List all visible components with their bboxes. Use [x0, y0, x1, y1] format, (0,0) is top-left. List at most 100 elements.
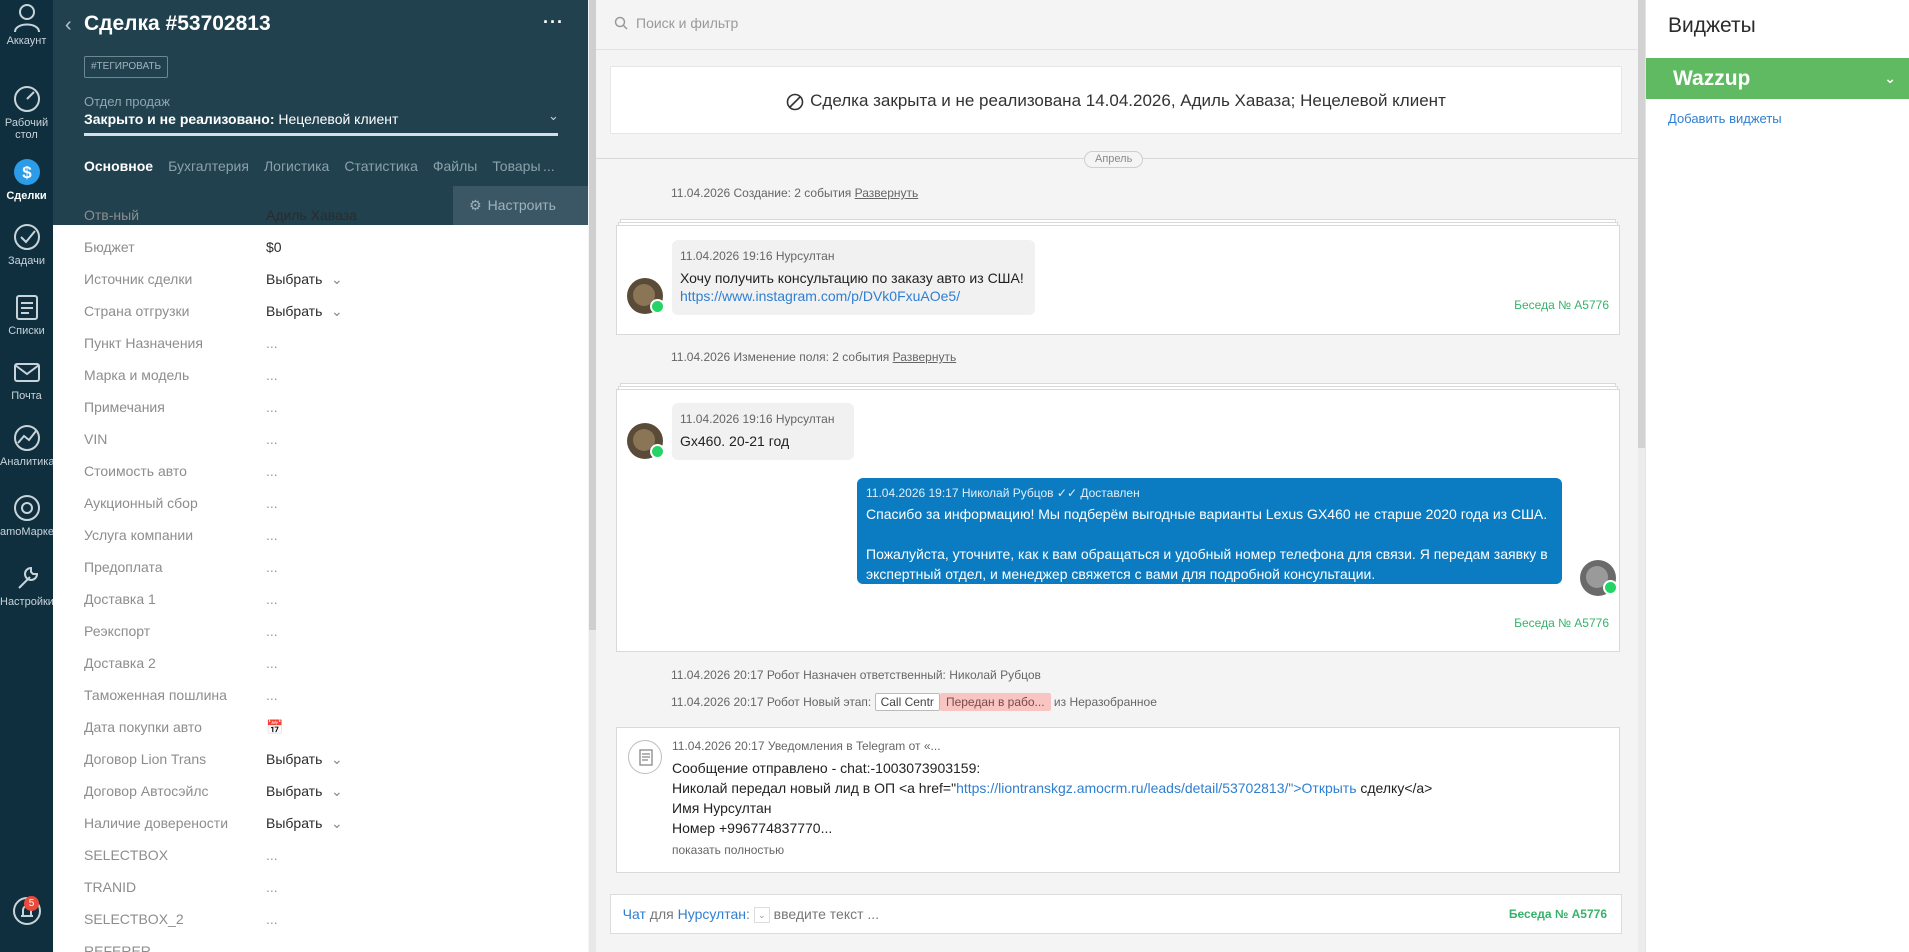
chat-type-link[interactable]: Чат [623, 906, 646, 922]
chevron-down-icon[interactable]: ⌄ [548, 108, 559, 124]
field-row: Источник сделки Выбрать ⌄ [84, 267, 564, 299]
expand-link[interactable]: Развернуть [893, 350, 957, 364]
expand-link[interactable]: Развернуть [855, 186, 919, 200]
field-value[interactable]: Адиль Хаваза [266, 207, 357, 223]
nav-market[interactable]: amoМаркет [0, 493, 59, 538]
field-value[interactable]: ... [266, 495, 278, 511]
field-value[interactable]: ... [266, 591, 278, 607]
tabs-more-button[interactable]: ... [543, 158, 555, 174]
tab-files[interactable]: Файлы [433, 158, 477, 174]
field-value[interactable]: 📅 [266, 719, 283, 736]
main-nav: Аккаунт Рабочий стол $ Сделки Задачи Спи… [0, 0, 59, 952]
status-select[interactable]: Закрыто и не реализовано: Нецелевой клие… [84, 111, 398, 127]
tag-button[interactable]: #ТЕГИРОВАТЬ [84, 56, 169, 78]
field-select[interactable]: Выбрать [266, 751, 322, 767]
card-scrollbar[interactable] [589, 0, 596, 952]
chevron-down-icon[interactable]: ⌄ [331, 783, 343, 800]
card-scrollbar-thumb[interactable] [589, 0, 596, 630]
nav-notifications[interactable]: 5 [0, 896, 53, 929]
nav-analytics-label: Аналитика [0, 456, 55, 468]
field-value[interactable]: ... [266, 399, 278, 415]
chevron-down-icon[interactable]: ⌄ [753, 907, 770, 924]
conversation-ref[interactable]: Беседа № A5776 [1514, 616, 1609, 630]
back-arrow-icon[interactable]: ‹ [65, 14, 72, 37]
nav-tasks[interactable]: Задачи [0, 222, 53, 267]
wazzup-label: Wazzup [1673, 67, 1751, 90]
field-value[interactable]: ... [266, 879, 278, 895]
composer-conversation-ref[interactable]: Беседа № A5776 [1509, 895, 1607, 933]
field-row: Реэкспорт... [84, 619, 564, 651]
notifications-badge: 5 [24, 896, 39, 911]
conversation-ref[interactable]: Беседа № A5776 [1514, 298, 1609, 312]
nav-dashboard-label: Рабочий стол [4, 117, 49, 141]
field-select[interactable]: Выбрать [266, 303, 322, 319]
nav-lists[interactable]: Списки [0, 292, 53, 337]
robot-stage-prefix: 11.04.2026 20:17 Робот Новый этап: [671, 695, 872, 709]
nav-deals-label: Сделки [6, 190, 47, 202]
nav-settings[interactable]: Настройки [0, 563, 54, 608]
pipeline-name: Отдел продаж [84, 94, 170, 109]
field-value[interactable]: ... [266, 655, 278, 671]
field-value[interactable]: ... [266, 623, 278, 639]
field-row: Предоплата... [84, 555, 564, 587]
field-value[interactable]: ... [266, 335, 278, 351]
wazzup-widget[interactable]: Wazzup ⌄ [1646, 58, 1909, 99]
field-value[interactable]: ... [266, 463, 278, 479]
chat-conversation-2: 11.04.2026 19:16 Нурсултан Gx460. 20-21 … [616, 389, 1620, 652]
feed-scrollbar-thumb[interactable] [1638, 0, 1645, 448]
nav-deals[interactable]: $ Сделки [0, 157, 53, 202]
add-widgets-link[interactable]: Добавить виджеты [1668, 111, 1782, 126]
field-select[interactable]: Выбрать [266, 271, 322, 287]
tab-products[interactable]: Товары [492, 158, 540, 174]
nav-mail[interactable]: Почта [0, 357, 53, 402]
field-value[interactable]: ... [266, 527, 278, 543]
nav-account-label: Аккаунт [6, 35, 47, 47]
field-select[interactable]: Выбрать [266, 783, 322, 799]
field-label: Предоплата [84, 559, 163, 575]
field-row: SELECTBOX... [84, 843, 564, 875]
widgets-panel: Виджеты Wazzup ⌄ Добавить виджеты [1645, 0, 1909, 952]
svg-text:$: $ [22, 163, 32, 182]
field-value[interactable]: ... [266, 367, 278, 383]
chevron-down-icon[interactable]: ⌄ [331, 815, 343, 832]
message-link[interactable]: https://www.instagram.com/p/DVk0FxuAOe5/ [680, 288, 960, 304]
field-row: SELECTBOX_2... [84, 907, 564, 939]
telegram-line-2-post: сделку</a> [1356, 780, 1433, 796]
field-value[interactable]: $0 [266, 239, 282, 255]
show-full-link[interactable]: показать полностью [672, 843, 784, 857]
chevron-down-icon[interactable]: ⌄ [331, 751, 343, 768]
tab-main[interactable]: Основное [84, 158, 153, 174]
telegram-link[interactable]: https://liontranskgz.amocrm.ru/leads/det… [956, 780, 1356, 796]
field-row: Пункт Назначения... [84, 331, 564, 363]
robot-event-responsible: 11.04.2026 20:17 Робот Назначен ответств… [671, 668, 1041, 682]
chevron-down-icon[interactable]: ⌄ [1884, 58, 1896, 99]
stage-tag-stage: Передан в рабо... [939, 693, 1051, 711]
field-row: TRANID... [84, 875, 564, 907]
field-select[interactable]: Выбрать [266, 815, 322, 831]
message-line-1: Спасибо за информацию! Мы подберём выгод… [866, 506, 1548, 522]
deal-closed-banner: Сделка закрыта и не реализована 14.04.20… [610, 66, 1622, 134]
nav-analytics[interactable]: Аналитика [0, 423, 55, 468]
composer-input[interactable]: введите текст ... [774, 906, 879, 922]
nav-dashboard[interactable]: Рабочий стол [0, 84, 53, 141]
deal-card-header: ‹ Сделка #53702813 ··· #ТЕГИРОВАТЬ Отдел… [53, 0, 588, 225]
lists-icon [15, 295, 38, 320]
field-value[interactable]: ... [266, 687, 278, 703]
tab-logistics[interactable]: Логистика [264, 158, 329, 174]
telegram-line-4: Номер +996774837770... [672, 820, 833, 836]
more-menu-button[interactable]: ··· [543, 12, 564, 33]
search-input[interactable] [636, 15, 1236, 31]
field-row: Наличие доверености Выбрать ⌄ [84, 811, 564, 843]
recipient-link[interactable]: Нурсултан [678, 906, 746, 922]
feed-scrollbar[interactable] [1638, 0, 1645, 952]
nav-account[interactable]: Аккаунт [0, 2, 53, 47]
tab-accounting[interactable]: Бухгалтерия [168, 158, 249, 174]
tab-statistics[interactable]: Статистика [344, 158, 418, 174]
chevron-down-icon[interactable]: ⌄ [331, 303, 343, 320]
field-value[interactable]: ... [266, 847, 278, 863]
chevron-down-icon[interactable]: ⌄ [331, 271, 343, 288]
field-value[interactable]: ... [266, 911, 278, 927]
field-value[interactable]: ... [266, 431, 278, 447]
field-label: Примечания [84, 399, 165, 415]
field-value[interactable]: ... [266, 559, 278, 575]
